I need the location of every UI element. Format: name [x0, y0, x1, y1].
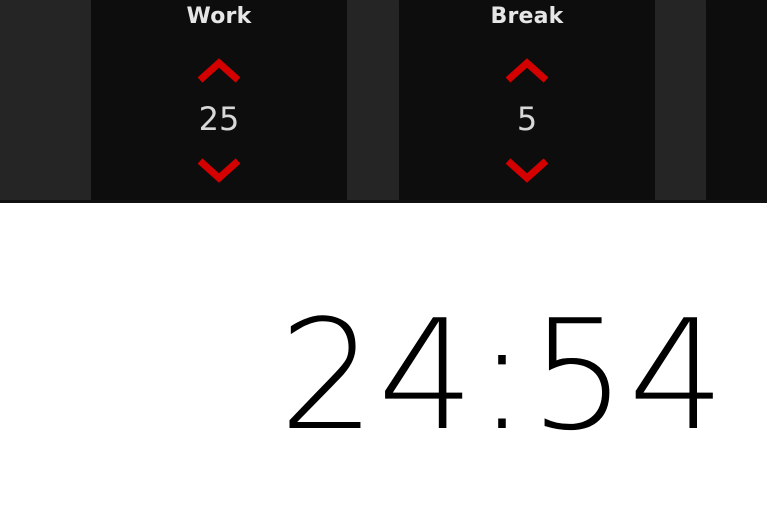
work-setting-panel: Work 25 — [91, 0, 347, 200]
countdown-timer: 24:54 — [278, 287, 727, 464]
settings-bar-border — [0, 200, 767, 203]
work-decrement-button[interactable] — [196, 157, 242, 185]
break-increment-button[interactable] — [504, 56, 550, 84]
chevron-down-icon — [197, 158, 241, 183]
settings-bar: Work 25 Break 5 — [0, 0, 767, 203]
break-value: 5 — [516, 100, 538, 138]
partial-setting-panel — [706, 0, 767, 200]
break-setting-panel: Break 5 — [399, 0, 655, 200]
partial-panel-background — [706, 0, 767, 200]
break-label: Break — [490, 4, 564, 29]
work-value: 25 — [198, 100, 240, 138]
chevron-up-icon — [197, 58, 241, 83]
work-label: Work — [186, 4, 252, 29]
chevron-up-icon — [505, 58, 549, 83]
chevron-down-icon — [505, 158, 549, 183]
break-decrement-button[interactable] — [504, 157, 550, 185]
work-increment-button[interactable] — [196, 56, 242, 84]
